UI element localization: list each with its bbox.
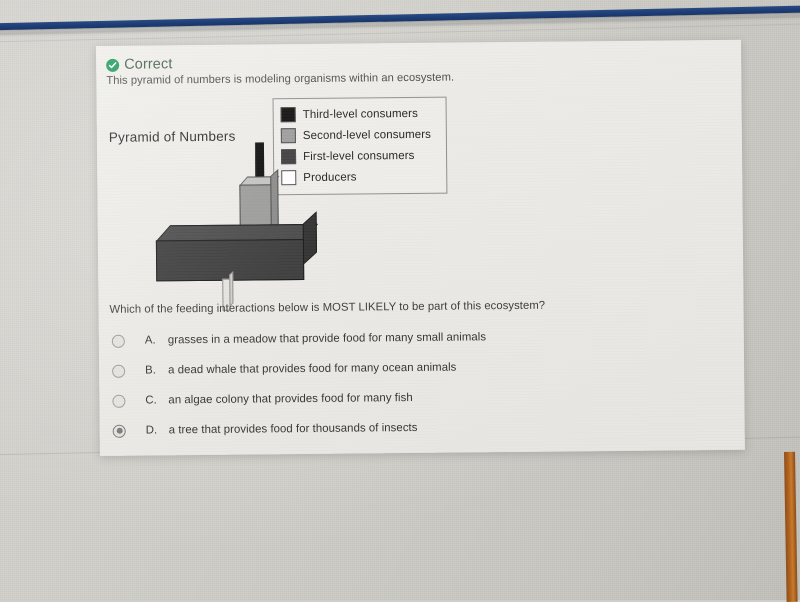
prompt-text: This pyramid of numbers is modeling orga… — [106, 71, 455, 87]
option-label: an algae colony that provides food for m… — [168, 391, 413, 407]
block-first-level-side-face — [302, 211, 317, 266]
option-letter: C. — [145, 394, 157, 407]
answer-options: A. grasses in a meadow that provide food… — [110, 322, 487, 446]
pyramid-of-numbers-diagram — [137, 131, 369, 318]
option-letter: D. — [145, 424, 158, 437]
legend-swatch-third-level — [280, 107, 296, 123]
check-circle-icon — [106, 58, 120, 72]
option-label: grasses in a meadow that provide food fo… — [167, 331, 487, 347]
radio-option-d[interactable] — [112, 424, 126, 438]
status-row: Correct — [106, 56, 173, 73]
legend-label: Third-level consumers — [302, 107, 418, 121]
option-label: a dead whale that provides food for many… — [168, 361, 457, 377]
radio-option-c[interactable] — [112, 394, 126, 408]
question-card: Correct This pyramid of numbers is model… — [96, 39, 745, 456]
option-label: a tree that provides food for thousands … — [168, 421, 418, 437]
option-b[interactable]: B. a dead whale that provides food for m… — [110, 352, 487, 386]
option-letter: A. — [144, 334, 156, 347]
status-label: Correct — [124, 56, 173, 73]
legend-item: Third-level consumers — [280, 103, 439, 126]
option-letter: B. — [145, 364, 156, 377]
option-c[interactable]: C. an algae colony that provides food fo… — [110, 382, 487, 416]
option-a[interactable]: A. grasses in a meadow that provide food… — [110, 322, 487, 356]
option-d[interactable]: D. a tree that provides food for thousan… — [111, 412, 488, 446]
radio-option-b[interactable] — [112, 364, 126, 378]
radio-option-a[interactable] — [111, 334, 125, 348]
